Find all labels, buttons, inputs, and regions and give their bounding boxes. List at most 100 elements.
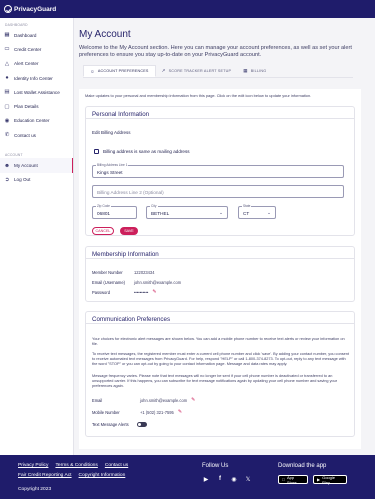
sidebar-item-label: Lost Wallet Assistance: [14, 89, 60, 95]
comm-mobile-row: Mobile Number +1 (502) 321-7595 ✎: [92, 409, 182, 415]
social-links: ▶ f ◉ 𝕏: [202, 475, 258, 483]
tab-account-preferences[interactable]: ☺ ACCOUNT PREFERENCES: [83, 65, 156, 78]
comm-mobile-value: +1 (502) 321-7595: [140, 409, 174, 415]
copyright-text: Copyright 2023: [18, 487, 52, 492]
comm-email-label: Email: [92, 397, 103, 403]
sidebar-item-label: My Account: [14, 163, 38, 169]
billing-address-line2-field[interactable]: Billing Address Line 2 (Optional): [92, 185, 344, 198]
tab-content: Make updates to your personal and member…: [79, 89, 361, 449]
sidebar-item-label: Log Out: [14, 177, 31, 183]
fcra-link[interactable]: Fair Credit Reporting Act: [18, 473, 72, 478]
google-play-label: Google Play: [322, 474, 335, 485]
sidebar-section-account: ACCOUNT: [5, 153, 23, 158]
sidebar-item-label: Identity Info Center: [14, 75, 53, 81]
top-bar: PrivacyGuard: [0, 0, 375, 18]
credit-card-icon: ▭: [4, 46, 10, 53]
logout-icon: ➲: [4, 176, 10, 183]
instructions-text: Make updates to your personal and member…: [85, 93, 312, 98]
sidebar-section-dashboard: DASHBOARD: [5, 23, 28, 27]
sidebar-item-label: Plan Details: [14, 104, 39, 110]
tab-label: BILLING: [250, 69, 267, 74]
zip-code-field[interactable]: Zip Code 06801: [92, 204, 137, 219]
membership-info-title: Membership Information: [86, 247, 354, 259]
privacy-policy-link[interactable]: Privacy Policy: [18, 463, 48, 468]
app-store-badge[interactable]:  App Store: [278, 475, 308, 485]
field-value: BETHEL: [151, 210, 170, 216]
comm-email-value: john.smith@example.com: [140, 397, 188, 403]
edit-pencil-icon[interactable]: ✎: [191, 397, 195, 403]
alert-icon: △: [4, 60, 10, 67]
terms-link[interactable]: Terms & Conditions: [55, 463, 97, 468]
sidebar-item-label: Dashboard: [14, 32, 37, 38]
wallet-icon: ▤: [4, 89, 10, 96]
sidebar-item-lost-wallet[interactable]: ▤ Lost Wallet Assistance: [0, 85, 73, 99]
city-select[interactable]: City BETHEL ⌄: [146, 204, 228, 219]
play-icon: ▶: [317, 477, 321, 482]
user-icon: ☻: [4, 162, 10, 169]
billing-address-line1-field[interactable]: Billing Address Line 1 Kings Street: [92, 163, 344, 178]
copyright-info-link[interactable]: Copyright Information: [79, 473, 126, 478]
edit-billing-heading: Edit Billing Address: [92, 130, 131, 135]
tab-score-tracker[interactable]: ↗ SCORE TRACKER ALERT SETUP: [156, 65, 238, 77]
field-value: CT: [243, 210, 250, 216]
email-username-label: Email (Username): [92, 280, 125, 285]
facebook-icon[interactable]: f: [216, 475, 224, 483]
text-alerts-label: Text Message Alerts: [92, 422, 129, 427]
field-value: Kings Street: [97, 169, 123, 175]
field-label: Zip Code: [96, 204, 111, 208]
tab-billing[interactable]: ▦ BILLING: [237, 65, 272, 77]
password-row: Password •••••••••• ✎: [92, 289, 157, 295]
edit-pencil-icon[interactable]: ✎: [178, 409, 182, 415]
contact-us-link[interactable]: Contact us: [105, 463, 128, 468]
plan-icon: ▢: [4, 103, 10, 110]
brand-logo[interactable]: PrivacyGuard: [4, 5, 56, 13]
education-icon: ◉: [4, 117, 10, 124]
sidebar-item-plan-details[interactable]: ▢ Plan Details: [0, 99, 73, 113]
field-placeholder: Billing Address Line 2 (Optional): [97, 189, 164, 195]
sidebar: DASHBOARD ▦ Dashboard ▭ Credit Center △ …: [0, 18, 74, 455]
tab-label: SCORE TRACKER ALERT SETUP: [168, 69, 232, 74]
footer: Privacy Policy Terms & Conditions Contac…: [0, 455, 375, 499]
member-number-value: 122023434: [134, 270, 155, 275]
same-address-checkbox[interactable]: Billing address is same as mailing addre…: [94, 149, 190, 154]
communication-prefs-card: Communication Preferences Your choices f…: [85, 311, 355, 437]
member-number-label: Member Number: [92, 270, 123, 275]
sidebar-item-alert-center[interactable]: △ Alert Center: [0, 57, 73, 71]
sidebar-item-log-out[interactable]: ➲ Log Out: [0, 173, 73, 187]
sidebar-item-my-account[interactable]: ☻ My Account: [0, 158, 73, 173]
sidebar-item-credit-center[interactable]: ▭ Credit Center: [0, 42, 73, 56]
youtube-icon[interactable]: ▶: [202, 475, 210, 483]
state-select[interactable]: State CT ⌄: [238, 204, 276, 219]
phone-icon: ✆: [4, 132, 10, 139]
comm-intro-text: Your choices for electronic alert messag…: [92, 337, 345, 347]
download-app-heading: Download the app: [278, 463, 327, 469]
google-play-badge[interactable]: ▶ Google Play: [313, 474, 347, 485]
communication-prefs-title: Communication Preferences: [86, 312, 354, 324]
sidebar-item-education[interactable]: ◉ Education Center: [0, 114, 73, 128]
sidebar-item-label: Alert Center: [14, 61, 39, 67]
follow-us-heading: Follow Us: [202, 463, 229, 469]
edit-pencil-icon[interactable]: ✎: [152, 289, 156, 295]
comm-email-row: Email john.smith@example.com ✎: [92, 397, 196, 403]
identity-icon: ●: [5, 75, 9, 82]
page-intro: Welcome to the My Account section. Here …: [79, 45, 352, 59]
save-button[interactable]: SAVE: [120, 227, 138, 235]
field-label: City: [150, 204, 158, 208]
instagram-icon[interactable]: ◉: [230, 475, 238, 483]
tab-bar: ☺ ACCOUNT PREFERENCES ↗ SCORE TRACKER AL…: [83, 65, 353, 78]
apple-icon: : [282, 477, 285, 482]
x-twitter-icon[interactable]: 𝕏: [244, 475, 252, 483]
field-label: State: [242, 204, 252, 208]
sidebar-item-label: Contact us: [14, 132, 36, 138]
email-username-row: Email (Username) john.smith@example.com: [92, 280, 181, 285]
personal-info-title: Personal Information: [86, 107, 354, 119]
chart-icon: ↗: [161, 68, 166, 74]
cancel-button[interactable]: CANCEL: [92, 227, 114, 235]
sidebar-item-contact[interactable]: ✆ Contact us: [0, 128, 73, 142]
text-alerts-toggle[interactable]: [136, 422, 147, 427]
member-number-row: Member Number 122023434: [92, 270, 155, 275]
text-alerts-row: Text Message Alerts: [92, 422, 147, 427]
sidebar-item-identity-info[interactable]: ● Identity Info Center: [0, 71, 73, 85]
sidebar-item-dashboard[interactable]: ▦ Dashboard: [0, 28, 73, 42]
field-value: 06801: [97, 210, 111, 216]
